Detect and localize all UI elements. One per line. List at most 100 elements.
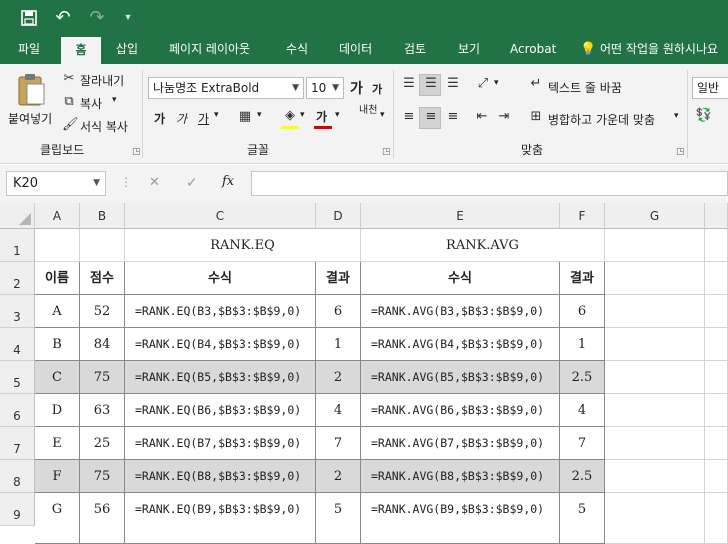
avg-formula-cell[interactable]: =RANK.AVG(B6,$B$3:$B$9,0) <box>361 394 560 427</box>
cut-button[interactable]: 잘라내기 <box>80 72 124 89</box>
font-color-dropdown-icon[interactable]: ▾ <box>335 110 340 120</box>
number-format-dropdown[interactable]: 일반 <box>692 77 728 99</box>
column-header-f[interactable]: F <box>560 203 605 229</box>
header-score[interactable]: 점수 <box>80 262 125 295</box>
tab-review[interactable]: 검토 <box>404 35 426 64</box>
empty-cell[interactable] <box>605 493 705 544</box>
empty-cell[interactable] <box>705 295 728 328</box>
name-cell[interactable]: A <box>35 295 80 328</box>
score-cell[interactable]: 75 <box>80 361 125 394</box>
row-header-4[interactable]: 4 <box>0 328 35 361</box>
empty-cell[interactable] <box>605 328 705 361</box>
formula-input[interactable] <box>251 171 728 196</box>
tab-home[interactable]: 홈 <box>61 37 101 64</box>
copy-icon[interactable]: ⧉ <box>62 94 76 109</box>
font-size-dropdown[interactable]: 10 ▼ <box>306 77 344 99</box>
eq-formula-cell[interactable]: =RANK.EQ(B9,$B$3:$B$9,0) <box>125 493 316 544</box>
avg-formula-cell[interactable]: =RANK.AVG(B8,$B$3:$B$9,0) <box>361 460 560 493</box>
score-cell[interactable]: 56 <box>80 493 125 544</box>
row-header-9[interactable]: 9 <box>0 493 35 526</box>
row-header-1[interactable]: 1 <box>0 229 35 262</box>
italic-button[interactable]: 가 <box>176 110 187 127</box>
score-cell[interactable]: 52 <box>80 295 125 328</box>
fill-color-dropdown-icon[interactable]: ▾ <box>300 110 305 120</box>
eq-formula-cell[interactable]: =RANK.EQ(B5,$B$3:$B$9,0) <box>125 361 316 394</box>
empty-cell[interactable] <box>705 328 728 361</box>
avg-result-cell[interactable]: 5 <box>560 493 605 544</box>
fill-color-icon[interactable]: ◈ <box>281 108 299 123</box>
cell-g1[interactable] <box>605 229 705 262</box>
eq-formula-cell[interactable]: =RANK.EQ(B8,$B$3:$B$9,0) <box>125 460 316 493</box>
copy-button[interactable]: 복사 <box>80 95 102 112</box>
row-header-2[interactable]: 2 <box>0 262 35 295</box>
alignment-launcher-icon[interactable]: ◳ <box>676 147 685 157</box>
tab-formulas[interactable]: 수식 <box>286 35 308 64</box>
quick-access-menu-icon[interactable]: ▾ <box>120 0 136 35</box>
eq-formula-cell[interactable]: =RANK.EQ(B4,$B$3:$B$9,0) <box>125 328 316 361</box>
font-color-button[interactable]: 가 <box>316 108 327 125</box>
avg-result-cell[interactable]: 2.5 <box>560 460 605 493</box>
wrap-text-button[interactable]: 텍스트 줄 바꿈 <box>548 79 622 96</box>
eq-result-cell[interactable]: 1 <box>316 328 361 361</box>
header-avg-formula[interactable]: 수식 <box>361 262 560 295</box>
scissors-icon[interactable]: ✂ <box>62 71 76 86</box>
name-cell[interactable]: D <box>35 394 80 427</box>
merge-center-button[interactable]: 병합하고 가운데 맞춤 <box>548 111 655 128</box>
row-header-8[interactable]: 8 <box>0 460 35 493</box>
eq-formula-cell[interactable]: =RANK.EQ(B3,$B$3:$B$9,0) <box>125 295 316 328</box>
paste-button[interactable]: 붙여넣기 <box>6 70 54 136</box>
cell-a1[interactable] <box>35 229 80 262</box>
column-header-h[interactable] <box>705 203 728 229</box>
format-painter-icon[interactable]: 🖌 <box>62 117 79 132</box>
name-cell[interactable]: B <box>35 328 80 361</box>
empty-cell[interactable] <box>605 295 705 328</box>
empty-cell[interactable] <box>705 361 728 394</box>
worksheet-grid[interactable]: A B C D E F G 1 RANK.EQ RANK.AVG 2 이름 점수 수식 결과 수… <box>0 203 728 544</box>
header-eq-formula[interactable]: 수식 <box>125 262 316 295</box>
name-cell[interactable]: F <box>35 460 80 493</box>
header-eq-result[interactable]: 결과 <box>316 262 361 295</box>
eq-formula-cell[interactable]: =RANK.EQ(B7,$B$3:$B$9,0) <box>125 427 316 460</box>
column-header-a[interactable]: A <box>35 203 80 229</box>
avg-formula-cell[interactable]: =RANK.AVG(B7,$B$3:$B$9,0) <box>361 427 560 460</box>
row-header-7[interactable]: 7 <box>0 427 35 460</box>
avg-result-cell[interactable]: 2.5 <box>560 361 605 394</box>
row-header-5[interactable]: 5 <box>0 361 35 394</box>
eq-result-cell[interactable]: 4 <box>316 394 361 427</box>
decrease-indent-icon[interactable]: ⇤ <box>473 109 491 124</box>
row-header-3[interactable]: 3 <box>0 295 35 328</box>
format-painter-button[interactable]: 서식 복사 <box>80 118 128 135</box>
empty-cell[interactable] <box>605 427 705 460</box>
column-header-b[interactable]: B <box>80 203 125 229</box>
tab-insert[interactable]: 삽입 <box>116 35 138 64</box>
font-launcher-icon[interactable]: ◳ <box>382 147 391 157</box>
clipboard-launcher-icon[interactable]: ◳ <box>132 147 141 157</box>
align-center-button[interactable]: ≡ <box>419 107 441 129</box>
empty-cell[interactable] <box>705 493 728 544</box>
borders-icon[interactable]: ▦ <box>236 109 254 124</box>
name-box[interactable]: K20 ▼ <box>6 171 106 196</box>
insert-function-icon[interactable]: fx <box>222 174 234 189</box>
score-cell[interactable]: 84 <box>80 328 125 361</box>
align-bottom-button[interactable]: ☰ <box>441 74 463 96</box>
bold-button[interactable]: 가 <box>154 110 165 127</box>
column-header-e[interactable]: E <box>361 203 560 229</box>
score-cell[interactable]: 25 <box>80 427 125 460</box>
font-name-dropdown[interactable]: 나눔명조 ExtraBold ▼ <box>148 77 304 99</box>
underline-dropdown-icon[interactable]: ▾ <box>214 110 219 120</box>
header-name[interactable]: 이름 <box>35 262 80 295</box>
tab-acrobat[interactable]: Acrobat <box>510 35 556 64</box>
avg-result-cell[interactable]: 6 <box>560 295 605 328</box>
phonetic-dropdown-icon[interactable]: ▾ <box>380 110 385 120</box>
empty-cell[interactable] <box>605 460 705 493</box>
name-cell[interactable]: G <box>35 493 80 544</box>
undo-icon[interactable]: ↶ <box>49 0 77 35</box>
redo-icon[interactable]: ↷ <box>84 0 110 35</box>
empty-cell[interactable] <box>705 427 728 460</box>
grow-font-button[interactable]: 가 <box>350 78 363 98</box>
cell-b1[interactable] <box>80 229 125 262</box>
score-cell[interactable]: 63 <box>80 394 125 427</box>
save-icon[interactable] <box>18 0 40 35</box>
eq-result-cell[interactable]: 2 <box>316 460 361 493</box>
avg-formula-cell[interactable]: =RANK.AVG(B5,$B$3:$B$9,0) <box>361 361 560 394</box>
